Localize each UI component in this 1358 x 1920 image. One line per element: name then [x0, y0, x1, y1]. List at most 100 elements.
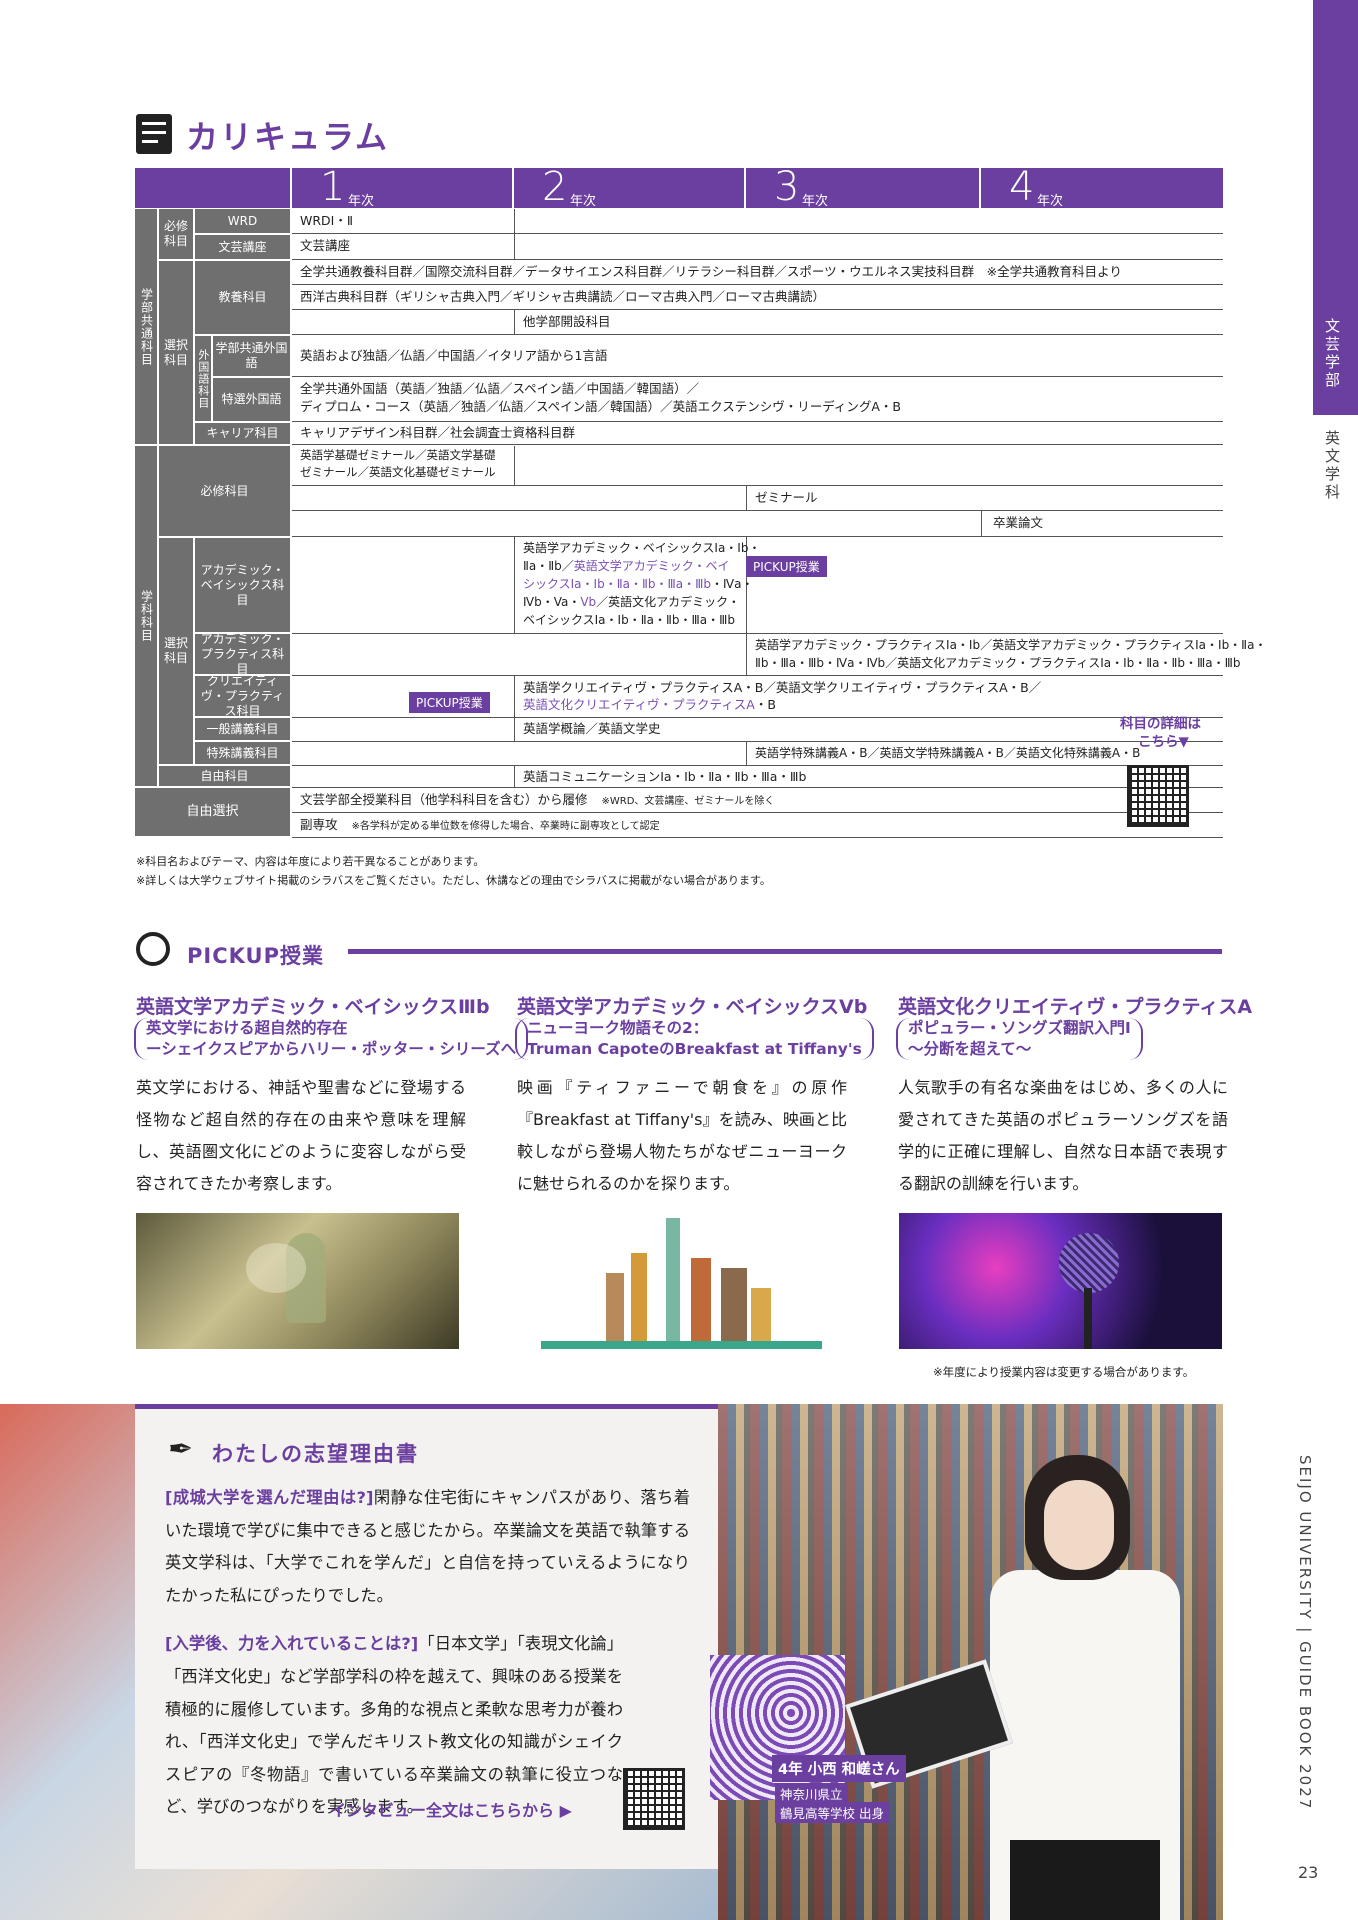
label-tokusen: 特選外国語 [213, 378, 290, 421]
pickup-2-title: 英語文学アカデミック・ベイシックスVb [517, 996, 868, 1018]
col-divider [514, 718, 515, 742]
cell-kiso2: ゼミナール／英語文化基礎ゼミナール [300, 465, 496, 479]
cell-wrd: WRDⅠ・Ⅱ [300, 213, 354, 228]
col-divider [746, 634, 747, 676]
cell-bungei: 文芸講座 [300, 238, 351, 253]
cell-gaikoku1: 英語および独語／仏語／中国語／イタリア語から1言語 [300, 348, 608, 363]
pickup-1-body: 英文学における、神話や聖書などに登場する怪物など超自然的存在の由来や意味を理解し… [136, 1078, 466, 1193]
year-header-4: 4 年次 [981, 164, 1223, 210]
sub-sentaku2: 選択科目 [159, 538, 193, 764]
row-line [292, 718, 1223, 742]
cell-kyoyo2: 西洋古典科目群（ギリシャ古典入門／ギリシャ古典講読／ローマ古典入門／ローマ古典講… [300, 289, 826, 304]
curriculum-table: 1 年次 2 年次 3 年次 4 年次 学部共通科目 学科科目 自由選択 必修科目 選択… [135, 164, 1266, 838]
detail-link[interactable]: 科目の詳細は [1120, 716, 1201, 734]
col-divider [746, 742, 747, 766]
cell-tokushu: 英語学特殊講義A・B／英語文学特殊講義A・B／英語文化特殊講義A・B [755, 746, 1141, 760]
label-ippan: 一般講義科目 [195, 718, 290, 740]
col-divider [514, 676, 515, 718]
year-header-2: 2 年次 [514, 164, 744, 210]
student-name: 4年 小西 和嵯さん [772, 1755, 906, 1782]
label-creative: クリエイティヴ・プラクティス科目 [195, 674, 290, 718]
interview-link[interactable]: インタビュー全文はこちらから ▶ [330, 1797, 572, 1821]
col-divider [514, 310, 515, 335]
col-divider [514, 537, 515, 634]
syllabus-qr-code[interactable] [1127, 765, 1189, 827]
pickup-title: PICKUP授業 [187, 944, 324, 968]
note-1: ※科目名およびテーマ、内容は年度により若干異なることがあります。 [136, 855, 485, 868]
label-wrd: WRD [195, 209, 290, 233]
row-line [292, 234, 1223, 260]
student-skirt [1010, 1840, 1160, 1920]
row-line [292, 310, 1223, 335]
note-2: ※詳しくは大学ウェブサイト掲載のシラバスをご覧ください。ただし、休講などの理由で… [136, 874, 771, 887]
cell-kyoyo3: 他学部開設科目 [523, 314, 611, 329]
cell-ab4: Ⅳb・Va・Vb／英語文化アカデミック・ [523, 595, 740, 609]
label-ac-practice: アカデミック・プラクティス科目 [195, 632, 290, 676]
cell-tokusen2: ディプロム・コース（英語／独語／仏語／スペイン語／韓国語）／英語エクステンシヴ・… [300, 399, 902, 414]
cell-ab5: ベイシックスⅠa・Ⅰb・Ⅱa・Ⅱb・Ⅲa・Ⅲb [523, 613, 735, 627]
pickup-tag: PICKUP授業 [409, 692, 490, 713]
magnifier-check-icon [136, 932, 170, 966]
essay-title: わたしの志望理由書 [212, 1442, 419, 1466]
cell-career: キャリアデザイン科目群／社会調査士資格科目群 [300, 425, 576, 440]
pickup-tag: PICKUP授業 [746, 556, 827, 577]
cell-seminar: ゼミナール [755, 490, 818, 505]
pickup-3-title: 英語文化クリエイティヴ・プラクティスA [898, 996, 1253, 1018]
checklist-icon [136, 114, 172, 154]
cell-ab2: Ⅱa・Ⅱb／英語文学アカデミック・ベイ [523, 559, 730, 573]
group-common: 学部共通科目 [135, 209, 157, 444]
group-major: 学科科目 [135, 446, 157, 786]
cell-ippan: 英語学概論／英語文学史 [523, 721, 661, 736]
cell-tokusen1: 全学共通外国語（英語／独語／仏語／スペイン語／中国語／韓国語）／ [300, 381, 700, 396]
pen-icon: ✒ [168, 1432, 194, 1467]
brand-vertical: SEIJO UNIVERSITY | GUIDE BOOK 2027 [1296, 1455, 1314, 1811]
page-number: 23 [1298, 1863, 1319, 1882]
dept-label: 英文学科 [1323, 430, 1341, 502]
new-york-image [541, 1213, 822, 1349]
sub-hissyu2: 必修科目 [159, 446, 290, 536]
sub-hissyu: 必修科目 [159, 209, 193, 259]
pickup-1-title: 英語文学アカデミック・ベイシックスⅢb [136, 996, 490, 1018]
label-tokushu: 特殊講義科目 [195, 742, 290, 764]
sub-gaikoku: 外国語科目 [195, 336, 211, 421]
col-divider [514, 209, 515, 259]
sub-jiyu: 自由科目 [159, 766, 290, 786]
detail-link-2[interactable]: こちら▼ [1138, 734, 1189, 752]
interview-qr-code[interactable] [623, 1768, 685, 1830]
group-free-select: 自由選択 [135, 788, 290, 836]
year-header-blank [135, 168, 290, 208]
col-divider [514, 446, 515, 486]
pickup-3-subtitle: ポピュラー・ソングズ翻訳入門Ⅰ 〜分断を超えて〜 [896, 1018, 1143, 1060]
essay-text: [成城大学を選んだ理由は?]閑静な住宅街にキャンパスがあり、落ち着いた環境で学び… [165, 1488, 690, 1817]
cell-jiyu: 英語コミュニケーションⅠa・Ⅰb・Ⅱa・Ⅱb・Ⅲa・Ⅲb [523, 769, 807, 784]
pickup-divider [348, 949, 1222, 954]
col-divider [514, 766, 515, 788]
label-academic: アカデミック・ベイシックス科目 [195, 538, 290, 632]
label-career: キャリア科目 [195, 423, 290, 444]
school-line-2: 鶴見高等学校 出身 [775, 1802, 889, 1823]
cell-sotsuron: 卒業論文 [993, 515, 1044, 530]
cell-ab3: シックスⅠa・Ⅰb・Ⅱa・Ⅱb・Ⅲa・Ⅲb・Ⅳa・ [523, 577, 754, 591]
label-bungei: 文芸講座 [195, 235, 290, 259]
sub-sentaku: 選択科目 [159, 261, 193, 444]
pickup-2-subtitle: ニューヨーク物語その2： Truman CapoteのBreakfast at T… [515, 1018, 874, 1060]
cell-ab1: 英語学アカデミック・ベイシックスⅠa・Ⅰb・ [523, 541, 761, 555]
student-face [1044, 1480, 1114, 1570]
label-gakubu-gaikoku: 学部共通外国語 [213, 336, 290, 376]
curriculum-title: カリキュラム [186, 118, 390, 156]
pickup-3-body: 人気歌手の有名な楽曲をはじめ、多くの人に愛されてきた英語のポピュラーソングズを語… [898, 1078, 1228, 1193]
year-header-1: 1 年次 [292, 164, 512, 210]
pickup-1-subtitle: 英文学における超自然的存在 ーシェイクスピアからハリー・ポッター・シリーズへ [134, 1018, 529, 1060]
col-divider [981, 511, 982, 536]
faculty-label: 文芸学部 [1323, 318, 1341, 390]
school-line-1: 神奈川県立 [775, 1783, 848, 1804]
pickup-2-body: 映画『ティファニーで朝食を』の原作『Breakfast at Tiffany's… [517, 1078, 847, 1193]
year-header-3: 3 年次 [746, 164, 979, 210]
fairy-image [136, 1213, 459, 1349]
cell-ap1: 英語学アカデミック・プラクティスⅠa・Ⅰb／英語文学アカデミック・プラクティスⅠ… [755, 638, 1267, 652]
cell-kiso1: 英語学基礎ゼミナール／英語文学基礎 [300, 448, 496, 462]
microphone-image [899, 1213, 1222, 1349]
row-line [292, 511, 1223, 537]
cell-free1: 文芸学部全授業科目（他学科科目を含む）から履修 ※WRD、文芸講座、ゼミナールを除… [300, 792, 775, 807]
row-line [292, 209, 1223, 234]
